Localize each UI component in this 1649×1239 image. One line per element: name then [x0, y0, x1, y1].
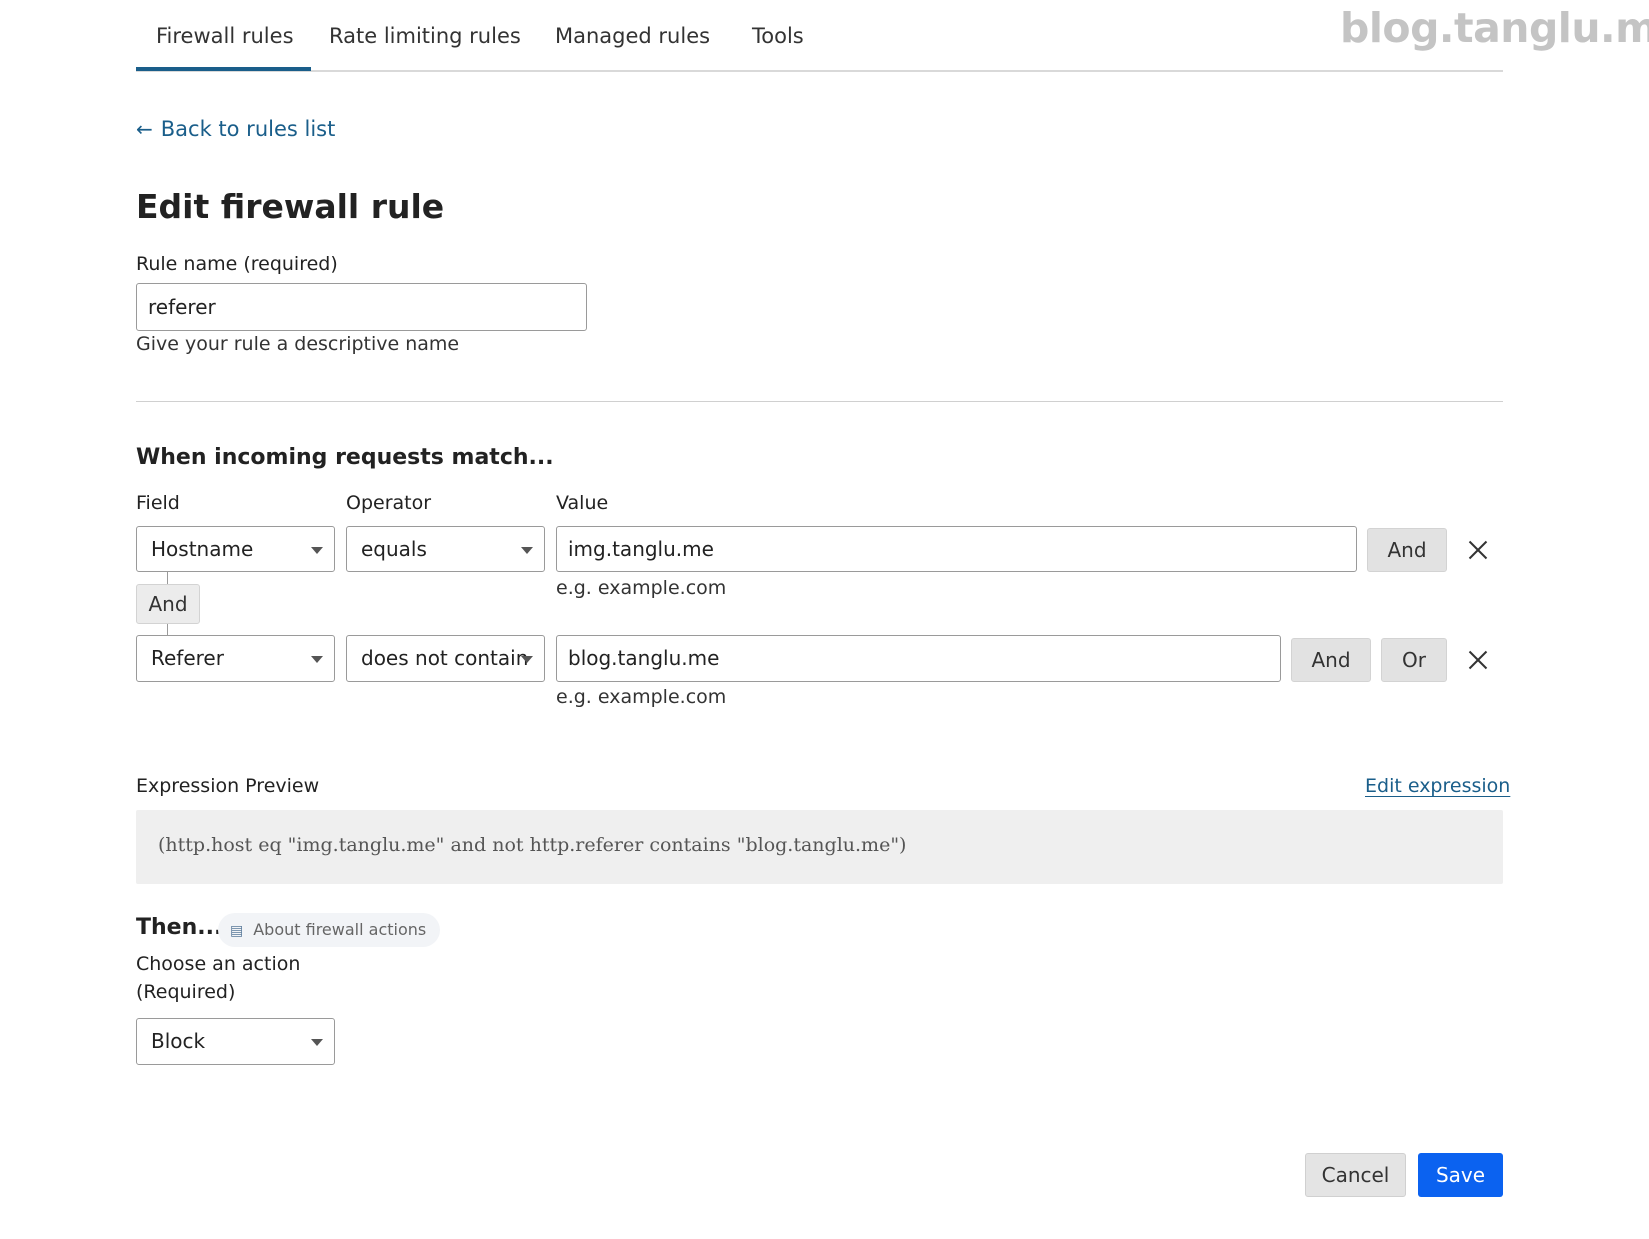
rule-name-input[interactable]: referer — [136, 283, 587, 331]
chevron-down-icon — [311, 1039, 323, 1046]
condition-1-operator-value: equals — [361, 537, 427, 561]
condition-1-field-value: Hostname — [151, 537, 254, 561]
connector-and-toggle[interactable]: And — [136, 584, 200, 624]
active-tab-indicator — [136, 67, 311, 71]
remove-condition-1-close-icon[interactable] — [1466, 538, 1490, 562]
condition-2-field-value: Referer — [151, 646, 224, 670]
connector-line-bottom — [167, 624, 168, 635]
condition-1-operator-select[interactable]: equals — [346, 526, 545, 572]
condition-2-value-input[interactable]: blog.tanglu.me — [556, 635, 1281, 682]
condition-1-value-input[interactable]: img.tanglu.me — [556, 526, 1357, 572]
expression-text: (http.host eq "img.tanglu.me" and not ht… — [158, 834, 907, 856]
condition-2-or-button[interactable]: Or — [1381, 638, 1447, 682]
connector-line-top — [167, 572, 168, 584]
tab-rate-limiting-rules[interactable]: Rate limiting rules — [329, 24, 521, 48]
condition-1-value-hint: e.g. example.com — [556, 577, 727, 599]
page-title: Edit firewall rule — [136, 187, 445, 226]
action-select-value: Block — [151, 1029, 206, 1053]
save-button[interactable]: Save — [1418, 1153, 1503, 1197]
watermark: blog.tanglu.me — [1340, 4, 1649, 52]
field-column-header: Field — [136, 492, 180, 514]
arrow-left-icon: ← — [136, 117, 153, 141]
tab-managed-rules[interactable]: Managed rules — [555, 24, 710, 48]
action-select[interactable]: Block — [136, 1018, 335, 1065]
back-link-label: Back to rules list — [160, 117, 336, 141]
condition-2-field-select[interactable]: Referer — [136, 635, 335, 682]
about-firewall-actions-link[interactable]: ▤ About firewall actions — [218, 913, 441, 947]
rule-name-label: Rule name (required) — [136, 253, 338, 275]
condition-2-and-button[interactable]: And — [1291, 638, 1371, 682]
edit-expression-link[interactable]: Edit expression — [1365, 775, 1510, 797]
back-to-rules-link[interactable]: ← Back to rules list — [136, 117, 335, 141]
match-section-title: When incoming requests match... — [136, 445, 554, 470]
value-column-header: Value — [556, 492, 609, 514]
tab-firewall-rules[interactable]: Firewall rules — [156, 24, 294, 48]
condition-1-field-select[interactable]: Hostname — [136, 526, 335, 572]
chevron-down-icon — [521, 656, 533, 663]
section-divider — [136, 401, 1503, 402]
operator-column-header: Operator — [346, 492, 432, 514]
condition-2-operator-value: does not contain — [361, 646, 529, 670]
condition-2-operator-select[interactable]: does not contain — [346, 635, 545, 682]
chevron-down-icon — [311, 656, 323, 663]
book-icon: ▤ — [230, 923, 244, 939]
expression-preview-box: (http.host eq "img.tanglu.me" and not ht… — [136, 810, 1503, 884]
condition-1-and-button[interactable]: And — [1367, 528, 1447, 572]
tab-tools[interactable]: Tools — [752, 24, 804, 48]
condition-2-value-hint: e.g. example.com — [556, 686, 727, 708]
then-section-title: Then... — [136, 915, 223, 940]
remove-condition-2-close-icon[interactable] — [1466, 648, 1490, 672]
chevron-down-icon — [311, 547, 323, 554]
choose-action-required: (Required) — [136, 981, 236, 1003]
cancel-button[interactable]: Cancel — [1305, 1153, 1406, 1197]
about-firewall-actions-label: About firewall actions — [253, 920, 427, 939]
chevron-down-icon — [521, 547, 533, 554]
choose-action-label: Choose an action — [136, 953, 301, 975]
expression-preview-label: Expression Preview — [136, 775, 320, 797]
rule-name-hint: Give your rule a descriptive name — [136, 333, 460, 355]
